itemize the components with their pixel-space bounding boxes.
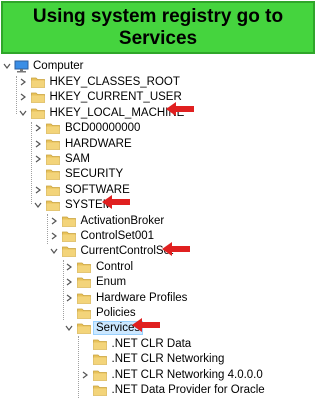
tree-node[interactable]: HARDWARE: [33, 136, 132, 152]
chevron-down-icon[interactable]: [18, 105, 28, 121]
tree-node-label: BCD00000000: [65, 122, 141, 135]
tree-node-label: SAM: [65, 153, 90, 165]
folder-icon: [92, 353, 107, 366]
tree-node-label: .NET CLR Networking: [111, 353, 225, 366]
tree-node-label: .NET Data Provider for Oracle: [111, 384, 265, 396]
chevron-right-icon[interactable]: [33, 120, 43, 136]
folder-icon: [30, 91, 45, 104]
folder-icon: [46, 168, 60, 181]
chevron-right-icon[interactable]: [64, 259, 74, 275]
registry-tree: Computer HKEY_CLASSES_ROOT HKEY_CURRENT_U…: [0, 56, 316, 398]
tree-node[interactable]: SAM: [33, 151, 90, 167]
chevron-right-icon[interactable]: [33, 151, 43, 167]
tree-node-label: ActivationBroker: [80, 214, 165, 227]
folder-icon: [77, 292, 91, 304]
tree-node-label: HKEY_CURRENT_USER: [49, 91, 182, 104]
no-expander: [80, 382, 90, 398]
chevron-down-icon[interactable]: [33, 197, 43, 213]
no-expander: [64, 305, 74, 321]
folder-icon: [46, 138, 60, 150]
computer-icon: [14, 60, 29, 73]
tree-node-label: Computer: [33, 60, 84, 72]
tree-node-label: Enum: [96, 276, 127, 289]
folder-icon: [30, 107, 45, 119]
tree-node[interactable]: Enum: [64, 274, 126, 290]
tree-node-label: Hardware Profiles: [96, 291, 188, 304]
pointer-arrow-currentcontrolset: [160, 241, 192, 257]
folder-icon: [77, 322, 91, 335]
folder-icon: [61, 215, 76, 227]
tree-node-label: ControlSet001: [80, 230, 155, 242]
chevron-right-icon[interactable]: [64, 290, 74, 306]
no-expander: [80, 336, 90, 352]
pointer-arrow-system: [100, 194, 132, 210]
folder-icon: [46, 199, 60, 212]
chevron-right-icon[interactable]: [64, 274, 74, 290]
tree-node[interactable]: Hardware Profiles: [64, 290, 187, 306]
tree-node[interactable]: .NET CLR Networking: [80, 351, 225, 367]
folder-icon: [61, 245, 76, 258]
tree-node[interactable]: SECURITY: [33, 166, 123, 182]
chevron-right-icon[interactable]: [18, 74, 28, 90]
tree-node[interactable]: HKEY_CURRENT_USER: [18, 89, 182, 105]
tree-node[interactable]: Control: [64, 259, 133, 275]
tree-node[interactable]: .NET CLR Networking 4.0.0.0: [80, 367, 263, 383]
chevron-right-icon[interactable]: [49, 213, 59, 229]
folder-icon: [30, 76, 45, 88]
folder-icon: [77, 307, 91, 319]
folder-icon: [46, 184, 60, 196]
chevron-down-icon[interactable]: [2, 58, 12, 74]
pointer-arrow-services: [130, 317, 162, 333]
tree-node[interactable]: ActivationBroker: [49, 213, 165, 229]
chevron-right-icon[interactable]: [18, 89, 28, 105]
chevron-down-icon[interactable]: [49, 243, 59, 259]
tree-node[interactable]: .NET CLR Data: [80, 336, 192, 352]
title-banner: Using system registry go to Services: [1, 1, 315, 54]
tree-node-label: .NET CLR Networking 4.0.0.0: [111, 368, 263, 381]
tree-node-label: HKEY_CLASSES_ROOT: [49, 76, 180, 88]
no-expander: [33, 166, 43, 182]
chevron-right-icon[interactable]: [33, 182, 43, 198]
chevron-right-icon[interactable]: [33, 136, 43, 152]
tree-node-label: HARDWARE: [65, 137, 132, 150]
tree-node-label: SECURITY: [65, 168, 124, 181]
no-expander: [80, 351, 90, 367]
tree-node-label: Control: [96, 260, 134, 273]
tree-node[interactable]: HKEY_LOCAL_MACHINE: [18, 105, 184, 121]
chevron-down-icon[interactable]: [64, 320, 74, 336]
tree-node[interactable]: Policies: [64, 305, 136, 321]
folder-icon: [92, 338, 107, 350]
folder-icon: [92, 369, 107, 381]
tree-node[interactable]: .NET Data Provider for Oracle: [80, 382, 265, 398]
tree-node[interactable]: HKEY_CLASSES_ROOT: [18, 74, 180, 90]
tree-node[interactable]: CurrentControlSet: [49, 243, 173, 259]
folder-icon: [46, 153, 60, 165]
banner-title: Using system registry go to Services: [32, 5, 284, 49]
tree-line: [31, 122, 32, 204]
tree-node-label: .NET CLR Data: [111, 337, 192, 350]
chevron-right-icon[interactable]: [49, 228, 59, 244]
chevron-right-icon[interactable]: [80, 367, 90, 383]
tree-root-computer[interactable]: Computer: [2, 58, 84, 74]
folder-icon: [46, 122, 60, 135]
tree-node[interactable]: ControlSet001: [49, 228, 155, 244]
tree-node[interactable]: BCD00000000: [33, 120, 140, 136]
folder-icon: [77, 276, 91, 289]
folder-icon: [61, 230, 76, 242]
folder-icon: [92, 384, 107, 396]
folder-icon: [77, 261, 91, 273]
pointer-arrow-hklm: [164, 101, 196, 117]
